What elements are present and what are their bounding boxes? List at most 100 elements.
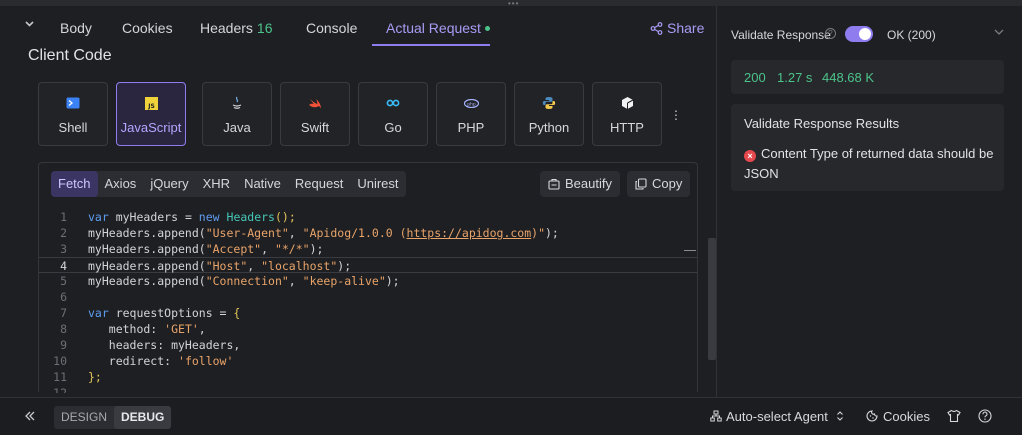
php-icon: php xyxy=(437,95,505,111)
code-line: 6 xyxy=(39,289,697,305)
code-text: redirect: 'follow' xyxy=(88,354,234,368)
more-vertical-icon[interactable]: · · · xyxy=(671,103,681,125)
line-number: 10 xyxy=(53,354,67,368)
mode-design[interactable]: DESIGN xyxy=(54,406,114,429)
collapse-sidebar-icon[interactable] xyxy=(24,409,36,425)
tab-cookies[interactable]: Cookies xyxy=(122,20,173,36)
lang-javascript[interactable]: JS JavaScript xyxy=(116,82,186,146)
code-text: headers: myHeaders, xyxy=(88,338,241,352)
agent-icon xyxy=(710,410,722,422)
line-number: 9 xyxy=(60,338,67,352)
code-line: 10 redirect: 'follow' xyxy=(39,353,697,369)
lang-java[interactable]: Java xyxy=(202,82,272,146)
validate-response-label: Validate Response xyxy=(731,28,831,42)
tab-native[interactable]: Native xyxy=(237,171,288,197)
code-line: 5 myHeaders.append("Connection", "keep-al… xyxy=(39,273,697,289)
editor-scrollbar[interactable] xyxy=(708,238,716,360)
cookies-label: Cookies xyxy=(883,409,930,424)
swift-icon xyxy=(281,95,349,111)
chevron-down-icon[interactable] xyxy=(24,18,40,34)
lang-http[interactable]: HTTP xyxy=(592,82,662,146)
svg-text:php: php xyxy=(467,101,476,107)
validation-panel: Validate Response ? OK (200) 200 1.27 s … xyxy=(717,6,1022,397)
tab-headers-label: Headers xyxy=(200,20,253,36)
status-dot-icon xyxy=(484,25,490,31)
cookies-button[interactable]: Cookies xyxy=(866,409,930,424)
line-number: 2 xyxy=(60,226,67,240)
line-number: 3 xyxy=(60,242,67,256)
lang-shell[interactable]: Shell xyxy=(38,82,108,146)
agent-selector[interactable]: Auto-select Agent xyxy=(710,409,844,424)
line-number: 4 xyxy=(60,259,67,273)
shirt-icon[interactable] xyxy=(947,409,961,423)
tab-request[interactable]: Request xyxy=(288,171,350,197)
tab-console[interactable]: Console xyxy=(306,20,357,36)
validate-status: OK (200) xyxy=(887,28,936,42)
beautify-label: Beautify xyxy=(565,176,612,191)
response-stats: 200 1.27 s 448.68 K xyxy=(731,60,1004,94)
line-number: 11 xyxy=(53,370,67,384)
section-title: Client Code xyxy=(28,47,112,64)
response-tabs: Body Cookies Headers 16 Console Actual Re… xyxy=(0,6,716,46)
code-text: method: 'GET', xyxy=(88,322,206,336)
copy-icon xyxy=(635,178,647,190)
lang-go[interactable]: Go xyxy=(358,82,428,146)
share-button[interactable]: Share xyxy=(650,20,704,36)
response-time: 1.27 s xyxy=(777,70,813,85)
toggle-knob xyxy=(859,28,871,40)
tab-actual-request[interactable]: Actual Request xyxy=(386,20,490,36)
code-area[interactable]: 1 var myHeaders = new Headers(); 2 myHeade… xyxy=(39,209,697,393)
validate-response-toggle[interactable] xyxy=(845,26,873,42)
java-icon xyxy=(203,95,271,111)
tab-jquery[interactable]: jQuery xyxy=(143,171,195,197)
code-line: 3 myHeaders.append("Accept", "*/*"); xyxy=(39,241,697,257)
chevron-down-icon[interactable] xyxy=(993,26,1005,41)
overview-ruler-marker xyxy=(684,250,696,251)
lang-swift[interactable]: Swift xyxy=(280,82,350,146)
code-text: myHeaders.append("Accept", "*/*"); xyxy=(88,242,324,256)
tab-axios[interactable]: Axios xyxy=(98,171,144,197)
share-icon xyxy=(650,22,663,35)
response-size: 448.68 K xyxy=(822,70,875,85)
error-icon: × xyxy=(744,150,756,162)
url-link[interactable]: https://apidog.com xyxy=(407,226,532,240)
lang-label: JavaScript xyxy=(120,120,182,135)
code-line: 2 myHeaders.append("User-Agent", "Apidog/… xyxy=(39,225,697,241)
beautify-button[interactable]: Beautify xyxy=(540,171,620,197)
lang-label: Go xyxy=(384,120,402,135)
code-text: myHeaders.append("Host", "localhost"); xyxy=(88,259,352,273)
lang-python[interactable]: Python xyxy=(514,82,584,146)
share-label: Share xyxy=(667,20,705,36)
code-editor: Fetch Axios jQuery XHR Native Request Un… xyxy=(38,162,698,393)
tab-unirest[interactable]: Unirest xyxy=(350,171,405,197)
copy-label: Copy xyxy=(652,176,683,191)
code-text: myHeaders.append("Connection", "keep-ali… xyxy=(88,274,400,288)
status-code: 200 xyxy=(744,70,766,85)
lang-label: Java xyxy=(223,120,251,135)
line-number: 8 xyxy=(60,322,67,336)
mode-debug[interactable]: DEBUG xyxy=(114,406,172,429)
code-text: var myHeaders = new Headers(); xyxy=(88,210,296,224)
tab-fetch[interactable]: Fetch xyxy=(51,171,98,197)
library-tabs: Fetch Axios jQuery XHR Native Request Un… xyxy=(51,171,406,197)
code-line: 12 xyxy=(39,385,697,393)
tab-body[interactable]: Body xyxy=(60,20,92,36)
code-text: var requestOptions = { xyxy=(88,306,241,320)
validation-error-text: Content Type of returned data should be … xyxy=(744,146,994,181)
help-icon[interactable]: ? xyxy=(825,28,836,39)
help-circle-icon[interactable] xyxy=(978,409,992,423)
tab-xhr[interactable]: XHR xyxy=(196,171,237,197)
copy-button[interactable]: Copy xyxy=(627,171,691,197)
http-icon xyxy=(593,95,661,111)
code-line: 9 headers: myHeaders, xyxy=(39,337,697,353)
cookie-icon xyxy=(866,410,878,422)
lang-php[interactable]: php PHP xyxy=(436,82,506,146)
actual-request-panel: Body Cookies Headers 16 Console Actual Re… xyxy=(0,6,716,397)
go-icon xyxy=(359,95,427,111)
active-tab-indicator xyxy=(372,44,490,46)
svg-text:JS: JS xyxy=(147,103,155,110)
line-number: 5 xyxy=(60,274,67,288)
tab-headers[interactable]: Headers 16 xyxy=(200,20,273,36)
lang-label: PHP xyxy=(457,120,485,135)
line-number: 7 xyxy=(60,306,67,320)
